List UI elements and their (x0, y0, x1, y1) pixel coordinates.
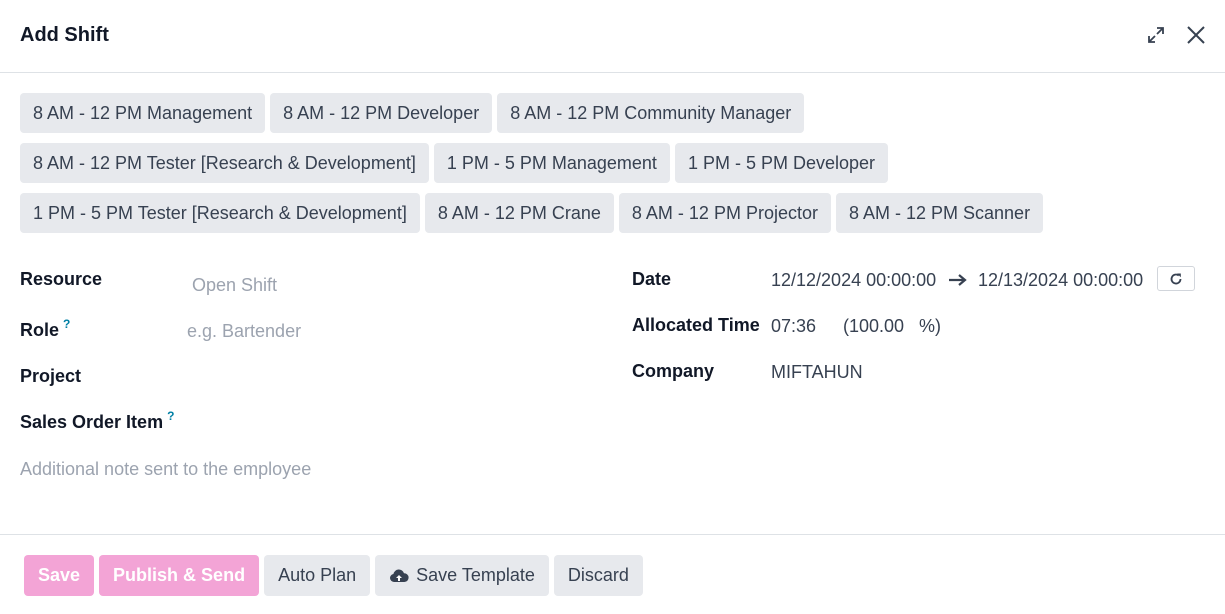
role-help-icon[interactable]: ? (63, 317, 70, 331)
role-label-text: Role (20, 320, 60, 340)
sales-order-item-label-text: Sales Order Item (20, 412, 164, 432)
publish-send-button[interactable]: Publish & Send (99, 555, 260, 596)
shift-template-button[interactable]: 8 AM - 12 PM Crane (424, 193, 614, 233)
long-arrow-right-icon (948, 272, 968, 293)
allocated-percentage-input[interactable]: (100.00 (843, 316, 904, 337)
allocated-time-label: Allocated Time (632, 315, 760, 335)
role-label: Role? (20, 317, 70, 341)
refresh-icon[interactable] (1157, 266, 1195, 291)
cloud-upload-icon (390, 569, 409, 582)
allocated-hours-input[interactable]: 07:36 (771, 316, 816, 337)
dialog-title: Add Shift (20, 24, 109, 46)
resource-input[interactable]: Open Shift (192, 275, 277, 296)
template-row: 8 AM - 12 PM Management 8 AM - 12 PM Dev… (20, 93, 1210, 133)
auto-plan-button[interactable]: Auto Plan (264, 555, 371, 596)
discard-button[interactable]: Discard (553, 555, 643, 596)
save-button[interactable]: Save (24, 555, 95, 596)
project-input[interactable] (187, 362, 587, 390)
save-template-button[interactable]: Save Template (375, 555, 549, 596)
template-row: 8 AM - 12 PM Tester [Research & Developm… (20, 143, 1210, 183)
resource-label: Resource (20, 269, 103, 289)
role-input[interactable]: e.g. Bartender (187, 321, 301, 342)
shift-template-button[interactable]: 1 PM - 5 PM Management (433, 143, 670, 183)
shift-template-button[interactable]: 8 AM - 12 PM Scanner (835, 193, 1044, 233)
dialog-header: Add Shift (0, 0, 1225, 73)
project-label: Project (20, 366, 82, 386)
shift-template-button[interactable]: 1 PM - 5 PM Tester [Research & Developme… (20, 193, 420, 233)
save-template-label: Save Template (416, 565, 535, 585)
shift-template-button[interactable]: 1 PM - 5 PM Developer (674, 143, 889, 183)
shift-template-button[interactable]: 8 AM - 12 PM Developer (270, 93, 493, 133)
close-icon[interactable] (1183, 22, 1209, 48)
percent-sign: %) (919, 316, 941, 336)
shift-templates: 8 AM - 12 PM Management 8 AM - 12 PM Dev… (20, 93, 1210, 243)
sales-order-item-help-icon[interactable]: ? (167, 409, 174, 423)
sales-order-item-label: Sales Order Item? (20, 409, 174, 433)
company-input[interactable]: MIFTAHUN (771, 362, 863, 383)
sales-order-item-input[interactable] (187, 408, 587, 436)
shift-template-button[interactable]: 8 AM - 12 PM Management (20, 93, 266, 133)
shift-template-button[interactable]: 8 AM - 12 PM Tester [Research & Developm… (20, 143, 429, 183)
expand-icon[interactable] (1143, 22, 1169, 48)
dialog-footer: Save Publish & Send Auto Plan Save Templ… (0, 534, 1225, 614)
date-start-input[interactable]: 12/12/2024 00:00:00 (771, 270, 936, 291)
note-input[interactable]: Additional note sent to the employee (20, 459, 311, 480)
date-label: Date (632, 269, 672, 289)
shift-template-button[interactable]: 8 AM - 12 PM Community Manager (497, 93, 805, 133)
shift-template-button[interactable]: 8 AM - 12 PM Projector (618, 193, 831, 233)
company-label: Company (632, 361, 715, 381)
date-end-input[interactable]: 12/13/2024 00:00:00 (978, 270, 1143, 291)
template-row: 1 PM - 5 PM Tester [Research & Developme… (20, 193, 1210, 233)
